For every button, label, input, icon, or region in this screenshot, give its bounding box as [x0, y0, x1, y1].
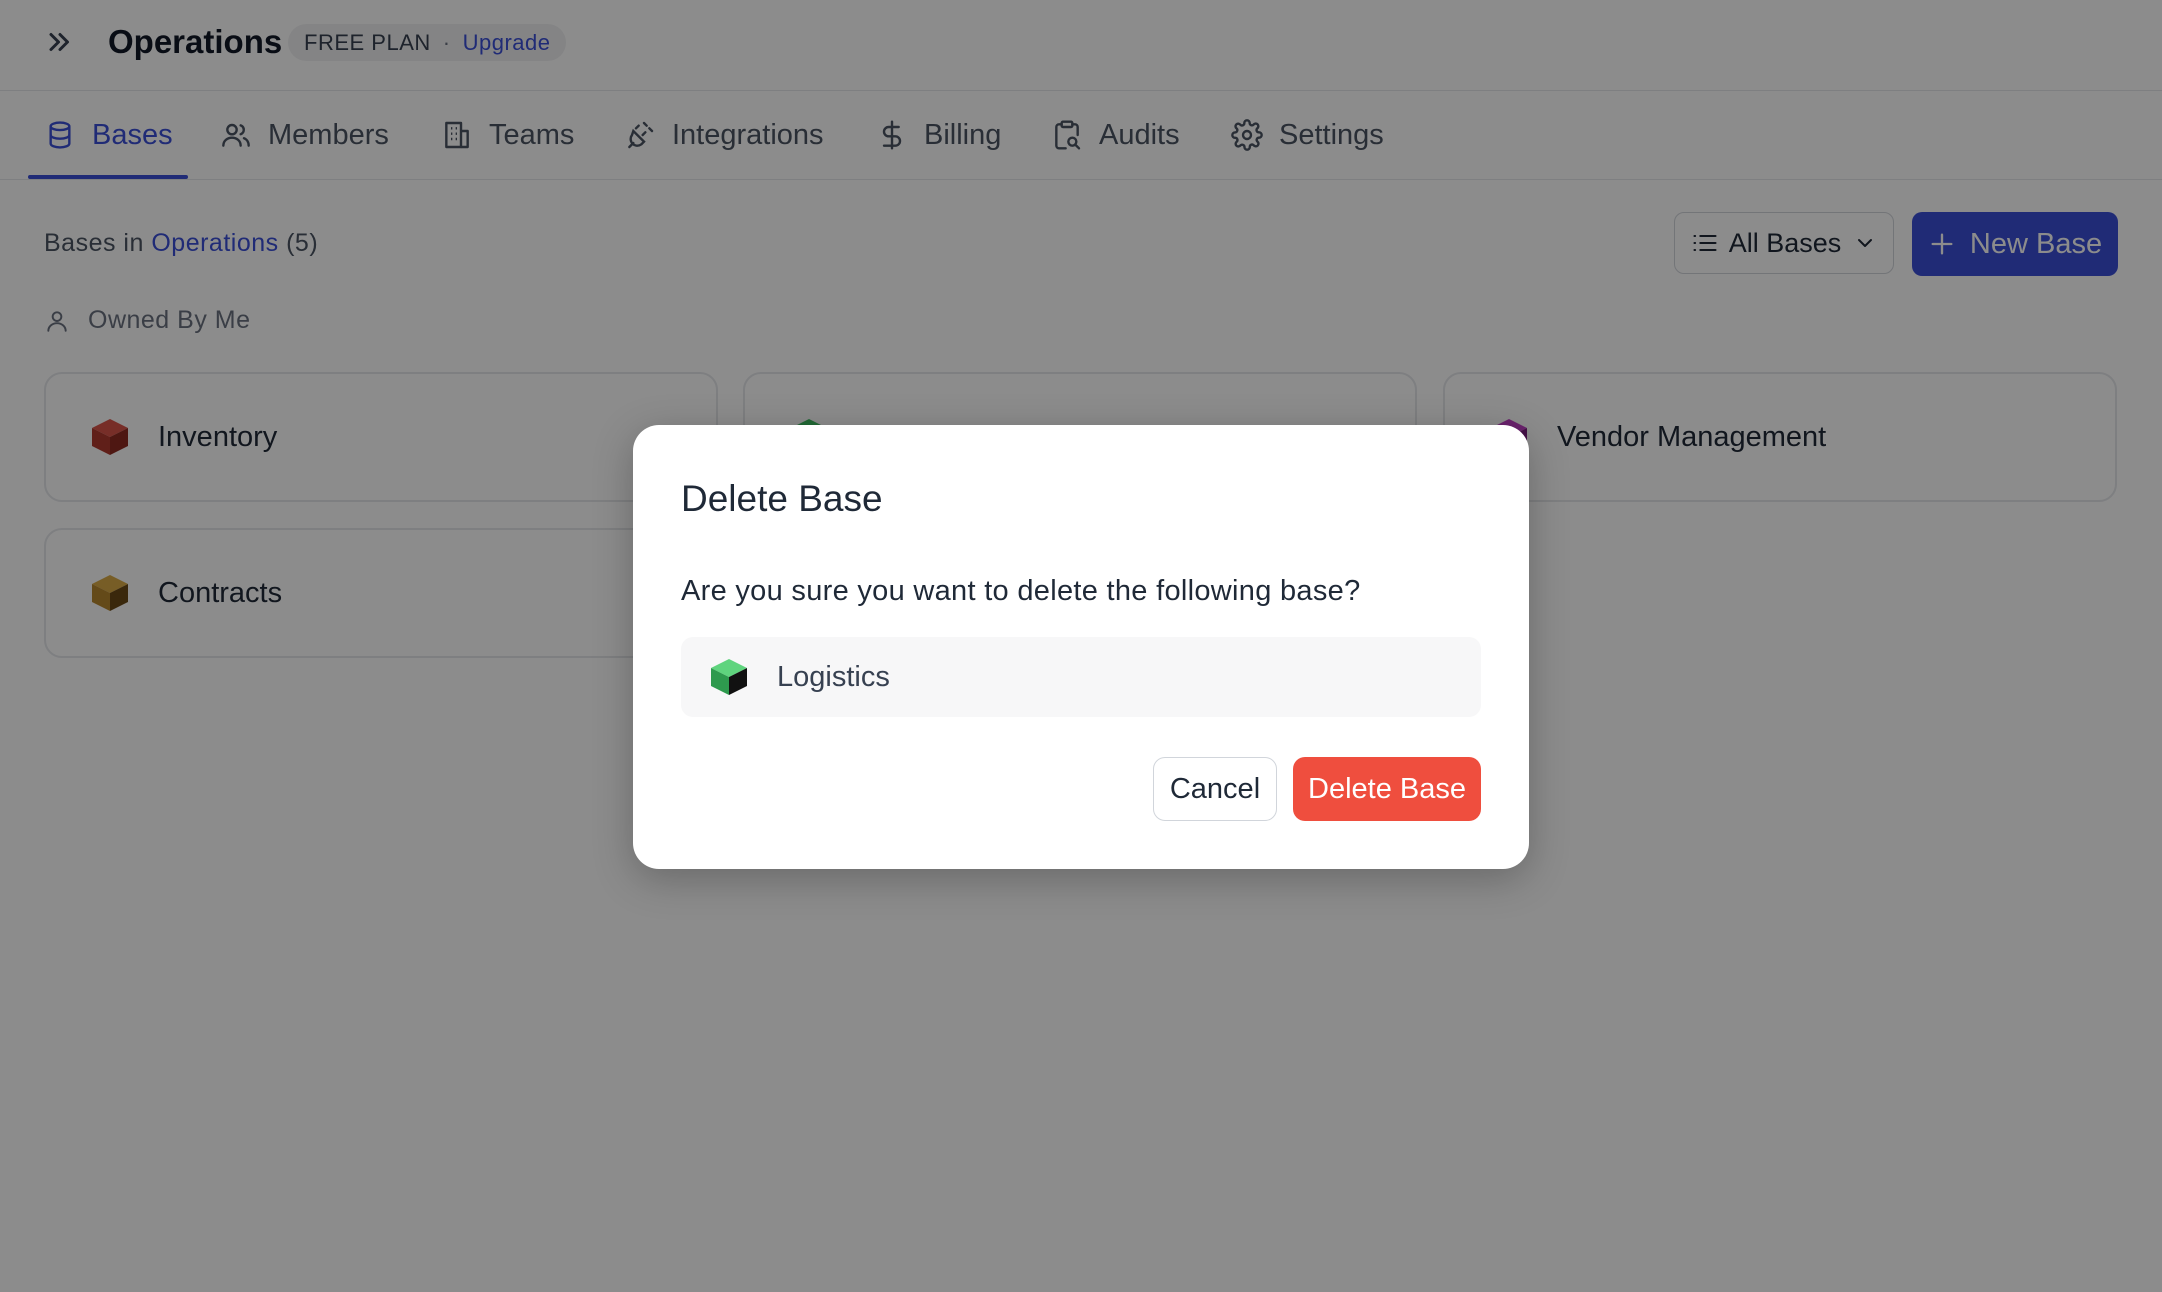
base-to-delete-name: Logistics — [777, 660, 890, 693]
dialog-title: Delete Base — [681, 478, 883, 519]
base-to-delete: Logistics — [681, 637, 1481, 717]
cancel-button[interactable]: Cancel — [1153, 757, 1277, 821]
delete-base-dialog: Delete Base Are you sure you want to del… — [633, 425, 1529, 869]
base-cube-icon — [711, 659, 747, 695]
confirm-delete-button[interactable]: Delete Base — [1293, 757, 1481, 821]
dialog-message: Are you sure you want to delete the foll… — [681, 575, 1361, 607]
